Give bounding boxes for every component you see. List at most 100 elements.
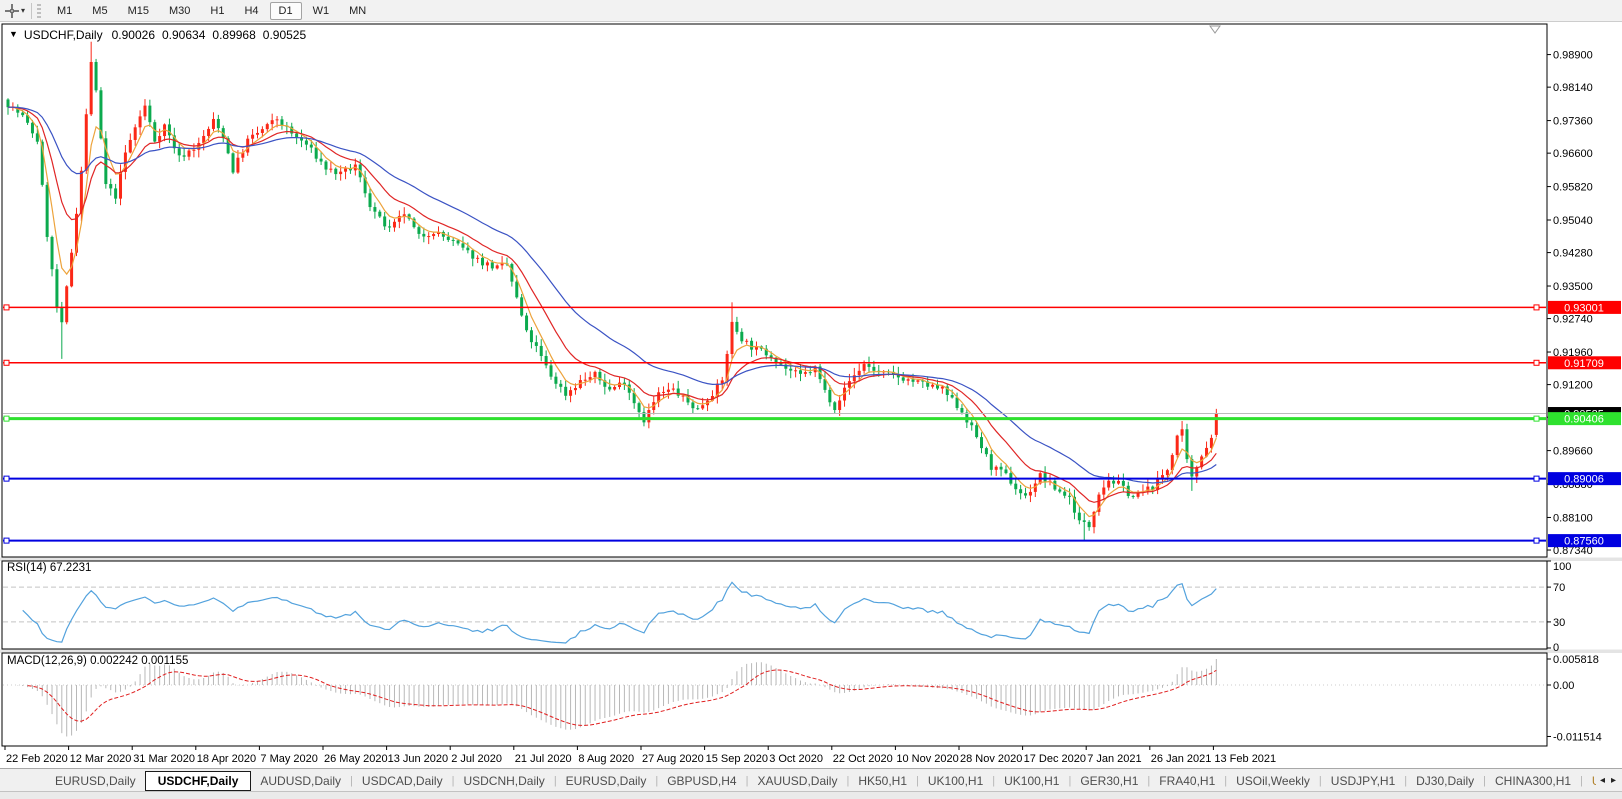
chart-tab-gbpusd-h4[interactable]: GBPUSD,H4 <box>658 772 745 790</box>
tab-scroll-right-button[interactable]: ▸ <box>1611 775 1616 786</box>
hline-handle-right <box>1534 476 1539 481</box>
price-badge-pivot-label: 0.90406 <box>1564 414 1604 426</box>
toolbar-separator <box>31 3 32 19</box>
price-axis-tick: 0.89660 <box>1553 446 1593 458</box>
chart-tab-uk100-h1[interactable]: UK100,H1 <box>995 772 1068 790</box>
price-axis-tick: 0.94280 <box>1553 248 1593 260</box>
chart-canvas[interactable]: 0.98900 0.98140 0.97360 0.96600 0.95820 0.950… <box>0 0 1622 799</box>
date-axis-label: 26 May 2020 <box>324 753 388 765</box>
chart-symbol-label: USDCHF,Daily <box>24 28 103 42</box>
chart-tab-usdcad-daily[interactable]: USDCAD,Daily <box>353 772 452 790</box>
date-axis-label: 26 Jan 2021 <box>1151 753 1212 765</box>
chart-menu-caret-icon[interactable]: ▼ <box>9 29 18 42</box>
chart-tab-audusd-daily[interactable]: AUDUSD,Daily <box>251 772 350 790</box>
chart-tab-fra40-h1[interactable]: FRA40,H1 <box>1150 772 1224 790</box>
date-axis-label: 27 Aug 2020 <box>642 753 704 765</box>
price-badge-support-1-label: 0.89006 <box>1564 474 1604 486</box>
timeframe-button-d1[interactable]: D1 <box>270 2 302 20</box>
mt4-window: 0.98900 0.98140 0.97360 0.96600 0.95820 0.950… <box>0 0 1622 799</box>
hline-handle-left <box>4 416 9 421</box>
date-axis-label: 31 Mar 2020 <box>133 753 195 765</box>
date-axis-label: 10 Nov 2020 <box>896 753 958 765</box>
hline-handle-right <box>1534 538 1539 543</box>
chart-tab-xauusd-daily[interactable]: XAUUSD,Daily <box>748 772 846 790</box>
timeframe-button-mn[interactable]: MN <box>340 2 375 20</box>
date-axis-label: 22 Feb 2020 <box>6 753 68 765</box>
date-axis-label: 18 Apr 2020 <box>197 753 256 765</box>
toolbar-grip[interactable] <box>37 3 41 18</box>
price-axis-tick: 0.96600 <box>1553 148 1593 160</box>
ohlc-low: 0.89968 <box>212 28 255 42</box>
macd-indicator-label: MACD(12,26,9) 0.002242 0.001155 <box>7 655 188 667</box>
timeframe-button-m5[interactable]: M5 <box>83 2 116 20</box>
chart-tab-usdjpy-h1[interactable]: USDJPY,H1 <box>1322 772 1404 790</box>
macd-axis-tick: 0.005818 <box>1553 654 1599 666</box>
hline-handle-right <box>1534 360 1539 365</box>
price-axis-tick: 0.97360 <box>1553 116 1593 128</box>
macd-axis-tick: 0.00 <box>1553 680 1574 692</box>
panel-splitter <box>0 650 1622 654</box>
hline-handle-right <box>1534 305 1539 310</box>
date-axis-label: 17 Dec 2020 <box>1024 753 1086 765</box>
chart-tabbar: EURUSD,DailyUSDCHF,DailyAUDUSD,Daily|USD… <box>0 768 1622 799</box>
date-axis-label: 8 Aug 2020 <box>578 753 634 765</box>
chart-tab-usoil-weekly[interactable]: USOil,Weekly <box>1227 772 1319 790</box>
chart-tab-eurusd-daily[interactable]: EURUSD,Daily <box>557 772 656 790</box>
date-axis-label: 28 Nov 2020 <box>960 753 1022 765</box>
chart-tab-usdchf-daily[interactable]: USDCHF,Daily <box>145 771 252 791</box>
price-axis-tick: 0.92740 <box>1553 314 1593 326</box>
timeframe-button-m1[interactable]: M1 <box>48 2 81 20</box>
chart-tab-hk50-h1[interactable]: HK50,H1 <box>849 772 916 790</box>
chart-tab-usdcnh-daily[interactable]: USDCNH,Daily <box>454 772 553 790</box>
cursor-tool-icon[interactable] <box>3 3 21 19</box>
date-axis-label: 2 Jul 2020 <box>451 753 502 765</box>
timeframe-button-m15[interactable]: M15 <box>119 2 158 20</box>
price-axis-tick: 0.95040 <box>1553 215 1593 227</box>
hline-handle-right <box>1534 416 1539 421</box>
chart-tab-ger30-h1[interactable]: GER30,H1 <box>1071 772 1147 790</box>
date-axis-label: 12 Mar 2020 <box>70 753 132 765</box>
price-axis-tick: 0.88100 <box>1553 512 1593 524</box>
hline-handle-left <box>4 305 9 310</box>
rsi-panel-frame <box>2 561 1547 649</box>
main-panel-frame <box>2 24 1547 557</box>
ohlc-high: 0.90634 <box>162 28 205 42</box>
macd-panel-frame <box>2 653 1547 746</box>
price-axis-tick: 0.98140 <box>1553 82 1593 94</box>
chart-tab-eurusd-daily[interactable]: EURUSD,Daily <box>46 772 145 790</box>
ohlc-open: 0.90026 <box>112 28 155 42</box>
chart-tab-china300-h1[interactable]: CHINA300,H1 <box>1486 772 1580 790</box>
tab-scroll-left-button[interactable]: ◂ <box>1600 775 1605 786</box>
rsi-axis-tick: 0 <box>1553 642 1559 654</box>
timeframe-toolbar: ▾ M1M5M15M30H1H4D1W1MN <box>0 0 1622 22</box>
chart-tab-uk100-h1[interactable]: UK100,H1 <box>919 772 992 790</box>
timeframe-button-h1[interactable]: H1 <box>201 2 233 20</box>
hline-handle-left <box>4 476 9 481</box>
timeframe-button-w1[interactable]: W1 <box>304 2 339 20</box>
chart-title: ▼ USDCHF,Daily 0.90026 0.90634 0.89968 0… <box>9 28 313 42</box>
price-badge-resistance-2-label: 0.91709 <box>1564 358 1604 370</box>
date-axis-label: 7 Jan 2021 <box>1087 753 1141 765</box>
date-axis-label: 3 Oct 2020 <box>769 753 823 765</box>
chart-tab-dj30-daily[interactable]: DJ30,Daily <box>1407 772 1483 790</box>
hline-handle-left <box>4 538 9 543</box>
date-axis-label: 13 Jun 2020 <box>388 753 449 765</box>
tabbar-strip <box>0 791 1622 799</box>
price-axis-tick: 0.98900 <box>1553 50 1593 62</box>
date-axis-label: 7 May 2020 <box>260 753 317 765</box>
date-axis-label: 22 Oct 2020 <box>833 753 893 765</box>
rsi-axis-tick: 100 <box>1553 561 1571 573</box>
rsi-axis-tick: 70 <box>1553 582 1565 594</box>
timeframe-button-h4[interactable]: H4 <box>235 2 267 20</box>
timeframe-button-m30[interactable]: M30 <box>160 2 199 20</box>
panel-splitter <box>0 558 1622 562</box>
date-axis-label: 13 Feb 2021 <box>1214 753 1276 765</box>
macd-axis-tick: -0.011514 <box>1553 731 1602 743</box>
tool-dropdown-caret[interactable]: ▾ <box>21 6 25 15</box>
price-axis-tick: 0.93500 <box>1553 281 1593 293</box>
price-axis-tick: 0.95820 <box>1553 182 1593 194</box>
tab-scroll-controls: ◂ ▸ <box>1596 772 1620 788</box>
date-axis-label: 21 Jul 2020 <box>515 753 572 765</box>
rsi-indicator-label: RSI(14) 67.2231 <box>7 562 91 574</box>
price-axis-tick: 0.91200 <box>1553 380 1593 392</box>
